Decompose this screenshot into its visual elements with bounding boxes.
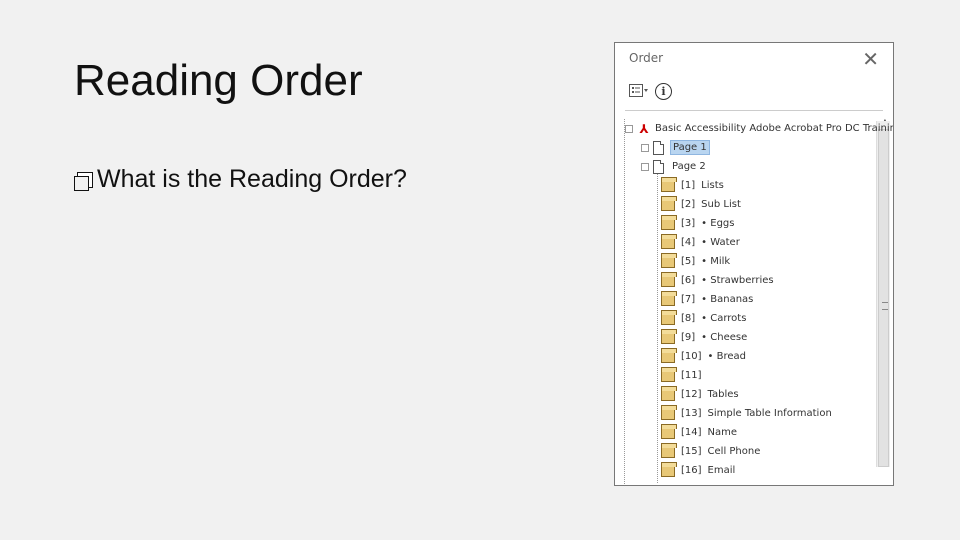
content-box-icon — [661, 442, 677, 458]
item-number: [14] — [681, 427, 702, 438]
order-item[interactable]: [11] — [661, 366, 708, 385]
item-number: [16] — [681, 465, 702, 476]
item-number: [9] — [681, 332, 696, 343]
order-item[interactable]: [14] Name — [661, 423, 737, 442]
content-box-icon — [661, 404, 677, 420]
info-icon[interactable]: i — [655, 82, 672, 100]
panel-toolbar: i — [629, 81, 672, 101]
tree-page-1[interactable]: Page 1 — [641, 138, 710, 157]
item-text: Simple Table Information — [707, 408, 832, 419]
tree-page-2[interactable]: Page 2 — [641, 157, 708, 176]
page-icon — [653, 159, 664, 174]
content-box-icon — [661, 385, 677, 401]
order-item[interactable]: [7] • Bananas — [661, 290, 753, 309]
order-item[interactable]: [16] Email — [661, 461, 735, 480]
collapse-toggle-icon[interactable] — [625, 124, 633, 133]
order-item[interactable]: [6] • Strawberries — [661, 271, 774, 290]
item-text: Cell Phone — [707, 446, 761, 457]
item-number: [7] — [681, 294, 696, 305]
bullet-text: What is the Reading Order? — [97, 165, 407, 193]
item-text: • Bread — [707, 351, 746, 362]
item-number: [15] — [681, 446, 702, 457]
page-label: Page 2 — [672, 161, 706, 172]
order-item[interactable]: [13] Simple Table Information — [661, 404, 832, 423]
item-number: [2] — [681, 199, 696, 210]
item-number: [11] — [681, 370, 702, 381]
tree-root[interactable]: ⅄ Basic Accessibility Adobe Acrobat Pro … — [625, 119, 894, 138]
item-text: • Strawberries — [701, 275, 774, 286]
item-text: Email — [707, 465, 736, 476]
content-box-icon — [661, 290, 677, 306]
slide-title: Reading Order — [74, 56, 363, 105]
scroll-grip-icon — [882, 302, 888, 310]
content-box-icon — [661, 366, 677, 382]
order-item[interactable]: [4] • Water — [661, 233, 740, 252]
item-text: • Cheese — [701, 332, 748, 343]
content-box-icon — [661, 328, 677, 344]
item-number: [12] — [681, 389, 702, 400]
collapse-toggle-icon[interactable] — [641, 162, 649, 171]
item-text: • Milk — [701, 256, 731, 267]
item-text: Tables — [707, 389, 739, 400]
item-number: [6] — [681, 275, 696, 286]
content-box-icon — [661, 214, 677, 230]
content-box-icon — [661, 423, 677, 439]
page-icon — [653, 140, 664, 155]
order-item[interactable]: [3] • Eggs — [661, 214, 734, 233]
item-text: • Eggs — [701, 218, 735, 229]
content-box-icon — [661, 252, 677, 268]
item-text: • Carrots — [701, 313, 747, 324]
order-item[interactable]: [12] Tables — [661, 385, 739, 404]
content-box-icon — [661, 271, 677, 287]
checkbox-bullet-icon — [74, 172, 93, 191]
order-item[interactable]: [8] • Carrots — [661, 309, 746, 328]
item-number: [8] — [681, 313, 696, 324]
content-box-icon — [661, 176, 677, 192]
item-text: Lists — [701, 180, 724, 191]
content-box-icon — [661, 309, 677, 325]
tree-connector — [657, 167, 658, 483]
content-box-icon — [661, 195, 677, 211]
order-item[interactable]: [9] • Cheese — [661, 328, 747, 347]
item-number: [13] — [681, 408, 702, 419]
order-item[interactable]: [1] Lists — [661, 176, 724, 195]
scrollbar[interactable] — [876, 121, 890, 467]
item-number: [3] — [681, 218, 696, 229]
order-item[interactable]: [5] • Milk — [661, 252, 730, 271]
item-number: [5] — [681, 256, 696, 267]
item-number: [1] — [681, 180, 696, 191]
order-panel: Order ✕ i ▲ ⅄ Basic Accessibility Adobe — [614, 42, 894, 486]
root-label: Basic Accessibility Adobe Acrobat Pro DC… — [655, 123, 894, 134]
item-text: Sub List — [701, 199, 741, 210]
order-item[interactable]: [2] Sub List — [661, 195, 741, 214]
order-tree: ⅄ Basic Accessibility Adobe Acrobat Pro … — [615, 119, 893, 485]
item-text: • Water — [701, 237, 740, 248]
options-menu-icon[interactable] — [629, 84, 649, 98]
page-label: Page 1 — [670, 140, 710, 155]
item-text: Name — [707, 427, 738, 438]
content-box-icon — [661, 347, 677, 363]
toolbar-divider — [625, 110, 883, 111]
item-number: [10] — [681, 351, 702, 362]
bullet-item: What is the Reading Order? — [74, 165, 407, 194]
pdf-icon: ⅄ — [639, 121, 649, 136]
expand-toggle-icon[interactable] — [641, 143, 649, 152]
order-item[interactable]: [15] Cell Phone — [661, 442, 760, 461]
item-text: • Bananas — [701, 294, 754, 305]
tree-connector — [624, 119, 625, 484]
close-icon[interactable]: ✕ — [862, 47, 879, 71]
content-box-icon — [661, 461, 677, 477]
item-number: [4] — [681, 237, 696, 248]
panel-title: Order — [629, 51, 664, 65]
scroll-thumb[interactable] — [878, 129, 889, 467]
content-box-icon — [661, 233, 677, 249]
order-item[interactable]: [10] • Bread — [661, 347, 746, 366]
